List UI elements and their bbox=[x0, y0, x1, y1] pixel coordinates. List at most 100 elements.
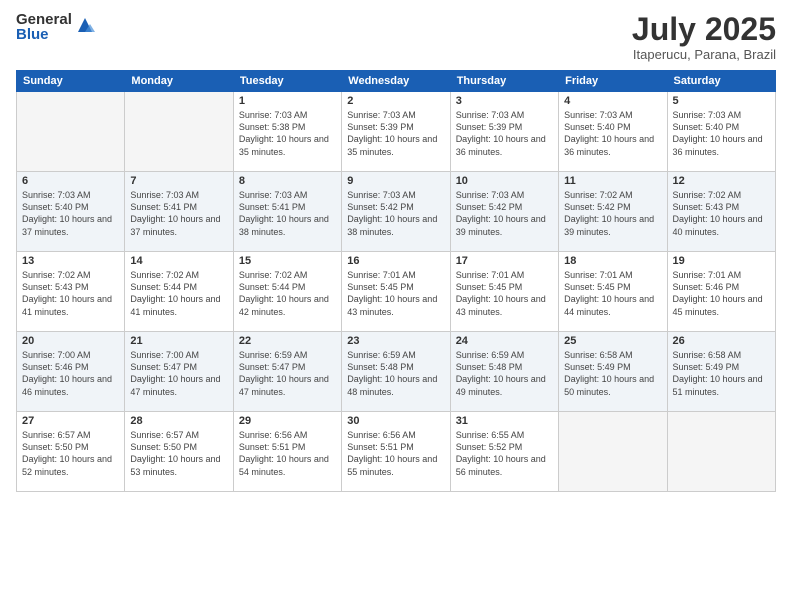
calendar-cell: 21Sunrise: 7:00 AM Sunset: 5:47 PM Dayli… bbox=[125, 332, 233, 412]
calendar-cell: 4 Sunrise: 7:03 AM Sunset: 5:40 PM Daylig… bbox=[559, 92, 667, 172]
calendar-week-row-1: 1 Sunrise: 7:03 AM Sunset: 5:38 PM Daylig… bbox=[17, 92, 776, 172]
day-info: Sunrise: 7:02 AM Sunset: 5:44 PM Dayligh… bbox=[239, 269, 336, 318]
day-info: Sunrise: 7:01 AM Sunset: 5:45 PM Dayligh… bbox=[456, 269, 553, 318]
calendar-weekday-thursday: Thursday bbox=[450, 71, 558, 92]
calendar-cell: 31 Sunrise: 6:55 AM Sunset: 5:52 PM Dayli… bbox=[450, 412, 558, 492]
calendar-weekday-saturday: Saturday bbox=[667, 71, 775, 92]
day-info: Sunrise: 7:01 AM Sunset: 5:45 PM Dayligh… bbox=[347, 269, 444, 318]
day-number: 26 bbox=[673, 335, 770, 347]
calendar-cell: 6Sunrise: 7:03 AM Sunset: 5:40 PM Daylig… bbox=[17, 172, 125, 252]
logo: General Blue bbox=[16, 12, 96, 42]
calendar-cell: 2 Sunrise: 7:03 AM Sunset: 5:39 PM Daylig… bbox=[342, 92, 450, 172]
day-number: 30 bbox=[347, 415, 444, 427]
day-info: Sunrise: 7:03 AM Sunset: 5:40 PM Dayligh… bbox=[673, 109, 770, 158]
day-number: 1 bbox=[239, 95, 336, 107]
day-info: Sunrise: 7:00 AM Sunset: 5:46 PM Dayligh… bbox=[22, 349, 119, 398]
calendar-cell: 15 Sunrise: 7:02 AM Sunset: 5:44 PM Dayli… bbox=[233, 252, 341, 332]
day-info: Sunrise: 7:03 AM Sunset: 5:39 PM Dayligh… bbox=[347, 109, 444, 158]
day-info: Sunrise: 7:03 AM Sunset: 5:39 PM Dayligh… bbox=[456, 109, 553, 158]
day-number: 7 bbox=[130, 175, 227, 187]
calendar-cell: 1 Sunrise: 7:03 AM Sunset: 5:38 PM Daylig… bbox=[233, 92, 341, 172]
day-number: 2 bbox=[347, 95, 444, 107]
calendar-cell: 18Sunrise: 7:01 AM Sunset: 5:45 PM Dayli… bbox=[559, 252, 667, 332]
calendar-cell bbox=[125, 92, 233, 172]
calendar-table: SundayMondayTuesdayWednesdayThursdayFrid… bbox=[16, 70, 776, 492]
calendar-cell: 28 Sunrise: 6:57 AM Sunset: 5:50 PM Dayli… bbox=[125, 412, 233, 492]
day-number: 15 bbox=[239, 255, 336, 267]
day-info: Sunrise: 7:03 AM Sunset: 5:41 PM Dayligh… bbox=[130, 189, 227, 238]
day-number: 20 bbox=[22, 335, 119, 347]
day-info: Sunrise: 6:58 AM Sunset: 5:49 PM Dayligh… bbox=[564, 349, 661, 398]
logo-general: General bbox=[16, 12, 72, 27]
month-year: July 2025 bbox=[632, 12, 776, 47]
day-number: 19 bbox=[673, 255, 770, 267]
day-info: Sunrise: 6:59 AM Sunset: 5:47 PM Dayligh… bbox=[239, 349, 336, 398]
calendar-header-row: SundayMondayTuesdayWednesdayThursdayFrid… bbox=[17, 71, 776, 92]
calendar-cell: 27Sunrise: 6:57 AM Sunset: 5:50 PM Dayli… bbox=[17, 412, 125, 492]
day-number: 13 bbox=[22, 255, 119, 267]
calendar-cell: 7 Sunrise: 7:03 AM Sunset: 5:41 PM Daylig… bbox=[125, 172, 233, 252]
calendar-cell: 5 Sunrise: 7:03 AM Sunset: 5:40 PM Daylig… bbox=[667, 92, 775, 172]
day-number: 23 bbox=[347, 335, 444, 347]
calendar-cell: 12 Sunrise: 7:02 AM Sunset: 5:43 PM Dayli… bbox=[667, 172, 775, 252]
day-number: 5 bbox=[673, 95, 770, 107]
calendar-cell: 8Sunrise: 7:03 AM Sunset: 5:41 PM Daylig… bbox=[233, 172, 341, 252]
day-number: 4 bbox=[564, 95, 661, 107]
calendar-cell: 22Sunrise: 6:59 AM Sunset: 5:47 PM Dayli… bbox=[233, 332, 341, 412]
calendar-cell: 29Sunrise: 6:56 AM Sunset: 5:51 PM Dayli… bbox=[233, 412, 341, 492]
day-number: 14 bbox=[130, 255, 227, 267]
calendar-cell bbox=[667, 412, 775, 492]
calendar-cell: 19 Sunrise: 7:01 AM Sunset: 5:46 PM Dayli… bbox=[667, 252, 775, 332]
day-number: 25 bbox=[564, 335, 661, 347]
calendar-week-row-2: 6Sunrise: 7:03 AM Sunset: 5:40 PM Daylig… bbox=[17, 172, 776, 252]
calendar-cell: 20 Sunrise: 7:00 AM Sunset: 5:46 PM Dayli… bbox=[17, 332, 125, 412]
calendar-week-row-4: 20 Sunrise: 7:00 AM Sunset: 5:46 PM Dayli… bbox=[17, 332, 776, 412]
day-info: Sunrise: 7:01 AM Sunset: 5:46 PM Dayligh… bbox=[673, 269, 770, 318]
day-info: Sunrise: 7:03 AM Sunset: 5:42 PM Dayligh… bbox=[347, 189, 444, 238]
title-area: July 2025 Itaperucu, Parana, Brazil bbox=[632, 12, 776, 62]
page: General Blue July 2025 Itaperucu, Parana… bbox=[0, 0, 792, 612]
calendar-cell: 3 Sunrise: 7:03 AM Sunset: 5:39 PM Daylig… bbox=[450, 92, 558, 172]
day-info: Sunrise: 6:59 AM Sunset: 5:48 PM Dayligh… bbox=[456, 349, 553, 398]
calendar-weekday-friday: Friday bbox=[559, 71, 667, 92]
logo-text: General Blue bbox=[16, 12, 72, 42]
day-info: Sunrise: 6:56 AM Sunset: 5:51 PM Dayligh… bbox=[239, 429, 336, 478]
day-info: Sunrise: 7:03 AM Sunset: 5:41 PM Dayligh… bbox=[239, 189, 336, 238]
day-info: Sunrise: 7:02 AM Sunset: 5:43 PM Dayligh… bbox=[22, 269, 119, 318]
day-number: 24 bbox=[456, 335, 553, 347]
calendar-cell: 23 Sunrise: 6:59 AM Sunset: 5:48 PM Dayli… bbox=[342, 332, 450, 412]
day-info: Sunrise: 7:03 AM Sunset: 5:38 PM Dayligh… bbox=[239, 109, 336, 158]
day-info: Sunrise: 6:56 AM Sunset: 5:51 PM Dayligh… bbox=[347, 429, 444, 478]
day-info: Sunrise: 6:57 AM Sunset: 5:50 PM Dayligh… bbox=[130, 429, 227, 478]
day-number: 16 bbox=[347, 255, 444, 267]
calendar-week-row-5: 27 Sunrise: 6:57 AM Sunset: 5:50 PM Dayli… bbox=[17, 412, 776, 492]
calendar-cell: 13 Sunrise: 7:02 AM Sunset: 5:43 PM Dayli… bbox=[17, 252, 125, 332]
calendar-cell: 26Sunrise: 6:58 AM Sunset: 5:49 PM Dayli… bbox=[667, 332, 775, 412]
logo-blue: Blue bbox=[16, 27, 72, 42]
logo-icon bbox=[74, 14, 96, 36]
calendar-cell bbox=[17, 92, 125, 172]
calendar-cell: 10Sunrise: 7:03 AM Sunset: 5:42 PM Dayli… bbox=[450, 172, 558, 252]
day-number: 28 bbox=[130, 415, 227, 427]
calendar-cell: 24 Sunrise: 6:59 AM Sunset: 5:48 PM Dayli… bbox=[450, 332, 558, 412]
calendar-weekday-tuesday: Tuesday bbox=[233, 71, 341, 92]
day-number: 11 bbox=[564, 175, 661, 187]
calendar-cell: 25 Sunrise: 6:58 AM Sunset: 5:49 PM Dayli… bbox=[559, 332, 667, 412]
calendar-cell bbox=[559, 412, 667, 492]
day-info: Sunrise: 7:03 AM Sunset: 5:40 PM Dayligh… bbox=[564, 109, 661, 158]
day-info: Sunrise: 6:59 AM Sunset: 5:48 PM Dayligh… bbox=[347, 349, 444, 398]
day-number: 27 bbox=[22, 415, 119, 427]
day-info: Sunrise: 6:55 AM Sunset: 5:52 PM Dayligh… bbox=[456, 429, 553, 478]
day-number: 31 bbox=[456, 415, 553, 427]
calendar-weekday-monday: Monday bbox=[125, 71, 233, 92]
day-number: 9 bbox=[347, 175, 444, 187]
day-number: 12 bbox=[673, 175, 770, 187]
calendar-cell: 14 Sunrise: 7:02 AM Sunset: 5:44 PM Dayli… bbox=[125, 252, 233, 332]
day-number: 17 bbox=[456, 255, 553, 267]
day-number: 10 bbox=[456, 175, 553, 187]
day-info: Sunrise: 7:02 AM Sunset: 5:44 PM Dayligh… bbox=[130, 269, 227, 318]
header: General Blue July 2025 Itaperucu, Parana… bbox=[16, 12, 776, 62]
day-number: 3 bbox=[456, 95, 553, 107]
day-info: Sunrise: 7:02 AM Sunset: 5:43 PM Dayligh… bbox=[673, 189, 770, 238]
day-number: 6 bbox=[22, 175, 119, 187]
